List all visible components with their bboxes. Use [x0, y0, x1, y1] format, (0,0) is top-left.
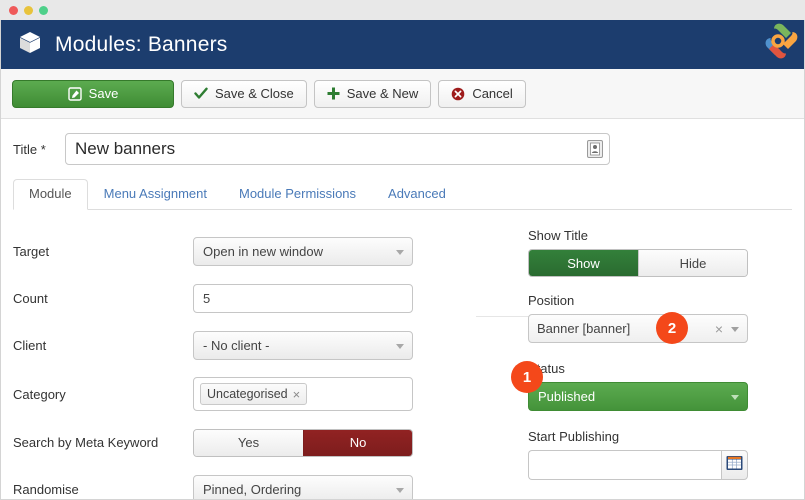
category-label: Category — [13, 386, 66, 402]
show-title-option-hide[interactable]: Hide — [638, 250, 747, 276]
search-meta-control: Yes No — [193, 428, 413, 457]
tab-menu-assignment[interactable]: Menu Assignment — [88, 179, 223, 210]
cube-icon — [18, 30, 42, 60]
form-columns: Target Open in new window Count 5 Client… — [13, 210, 792, 499]
left-form-column: Target Open in new window Count 5 Client… — [13, 228, 543, 499]
field-row-count: Count — [13, 275, 468, 322]
field-row-target: Target Open in new window — [13, 228, 468, 275]
callout-badge-2: 2 — [656, 312, 688, 344]
tab-module-permissions[interactable]: Module Permissions — [223, 179, 372, 210]
position-control: Banner [banner] × 2 — [528, 312, 758, 344]
calendar-icon — [726, 454, 743, 476]
show-title-toggle: Show Hide — [528, 249, 748, 277]
category-chip[interactable]: Uncategorised × — [200, 383, 308, 405]
save-and-close-label: Save & Close — [215, 86, 294, 101]
search-meta-option-yes[interactable]: Yes — [194, 429, 303, 456]
title-label: Title * — [13, 141, 46, 157]
target-control: Open in new window — [193, 237, 413, 266]
position-combo[interactable]: Banner [banner] × — [528, 314, 748, 343]
tab-module[interactable]: Module — [13, 179, 88, 210]
status-group: Status Published — [528, 361, 758, 411]
show-title-option-show[interactable]: Show — [529, 250, 638, 276]
save-and-new-button[interactable]: Save & New — [313, 79, 432, 108]
title-input[interactable] — [65, 133, 610, 165]
cancel-circle-icon — [451, 87, 465, 101]
save-and-new-label: Save & New — [346, 86, 419, 101]
cancel-button[interactable]: Cancel — [438, 79, 526, 108]
joomla-admin-window: Modules: Banners Save Save & Close Save … — [0, 20, 805, 500]
cancel-button-label: Cancel — [472, 86, 513, 101]
chevron-down-icon — [731, 327, 739, 332]
save-and-close-button[interactable]: Save & Close — [181, 79, 307, 108]
save-button-label: Save — [88, 86, 119, 101]
randomise-select-value: Pinned, Ordering — [203, 482, 302, 497]
position-label: Position — [528, 293, 575, 308]
field-row-search-meta: Search by Meta Keyword Yes No — [13, 419, 468, 466]
client-select[interactable]: - No client - — [193, 331, 413, 360]
search-meta-option-no[interactable]: No — [303, 429, 412, 456]
tab-advanced[interactable]: Advanced — [372, 179, 462, 210]
window-controls — [9, 6, 48, 15]
association-icon[interactable] — [587, 140, 603, 158]
client-select-value: - No client - — [203, 338, 270, 353]
title-row: Title * — [13, 119, 792, 179]
clear-icon[interactable]: × — [715, 321, 723, 337]
position-combo-value: Banner [banner] — [537, 321, 631, 336]
randomise-select[interactable]: Pinned, Ordering — [193, 475, 413, 499]
header-title-group: Modules: Banners — [18, 30, 227, 60]
client-label: Client — [13, 338, 47, 353]
start-publishing-calendar-button[interactable] — [721, 450, 748, 480]
chevron-down-icon — [396, 344, 404, 349]
status-label: Status — [528, 361, 565, 376]
field-row-randomise: Randomise Pinned, Ordering — [13, 466, 468, 499]
page-header: Modules: Banners — [1, 20, 804, 69]
maximize-window-button[interactable] — [39, 6, 48, 15]
start-publishing-label: Start Publishing — [528, 429, 620, 444]
plus-icon — [327, 87, 340, 100]
target-select[interactable]: Open in new window — [193, 237, 413, 266]
status-select-value: Published — [538, 389, 596, 404]
close-icon[interactable]: × — [293, 388, 301, 401]
count-input[interactable] — [193, 284, 413, 313]
chevron-down-icon — [731, 395, 739, 400]
close-window-button[interactable] — [9, 6, 18, 15]
joomla-logo — [759, 20, 801, 69]
search-meta-label: Search by Meta Keyword — [13, 435, 159, 450]
start-publishing-group: Start Publishing — [528, 429, 758, 480]
randomise-label: Randomise — [13, 482, 79, 497]
save-button[interactable]: Save — [12, 79, 174, 108]
category-chip-label: Uncategorised — [207, 387, 288, 401]
status-select[interactable]: Published — [528, 382, 748, 411]
chevron-down-icon — [396, 488, 404, 493]
start-publishing-control — [528, 450, 748, 480]
start-publishing-input[interactable] — [528, 450, 721, 480]
position-group: Position Banner [banner] × 2 — [528, 293, 758, 344]
target-select-value: Open in new window — [203, 244, 323, 259]
chevron-down-icon — [396, 250, 404, 255]
callout-badge-1: 1 — [511, 361, 543, 393]
count-control — [193, 284, 413, 313]
category-control: Uncategorised × 1 — [193, 361, 543, 411]
client-control: - No client - — [193, 331, 413, 360]
search-meta-toggle: Yes No — [193, 428, 413, 457]
show-title-group: Show Title Show Hide — [528, 228, 758, 277]
check-icon — [194, 87, 208, 100]
save-disk-icon — [67, 86, 82, 101]
tab-bar: Module Menu Assignment Module Permission… — [13, 179, 792, 210]
target-label: Target — [13, 244, 50, 259]
show-title-label: Show Title — [528, 228, 588, 243]
count-label: Count — [13, 291, 48, 306]
minimize-window-button[interactable] — [24, 6, 33, 15]
editor-content: Title * Module Menu Assignment Module Pe… — [1, 119, 804, 499]
field-row-category: Category Uncategorised × 1 — [13, 361, 543, 419]
window-titlebar — [0, 0, 805, 20]
category-chip-field[interactable]: Uncategorised × — [193, 377, 413, 411]
page-title: Modules: Banners — [55, 32, 228, 56]
editor-toolbar: Save Save & Close Save & New Cancel — [1, 69, 804, 119]
title-field-wrapper — [65, 133, 610, 165]
right-form-column: Show Title Show Hide Position Banner [ba… — [528, 228, 758, 499]
randomise-control: Pinned, Ordering — [193, 475, 413, 499]
field-row-client: Client - No client - — [13, 322, 468, 369]
